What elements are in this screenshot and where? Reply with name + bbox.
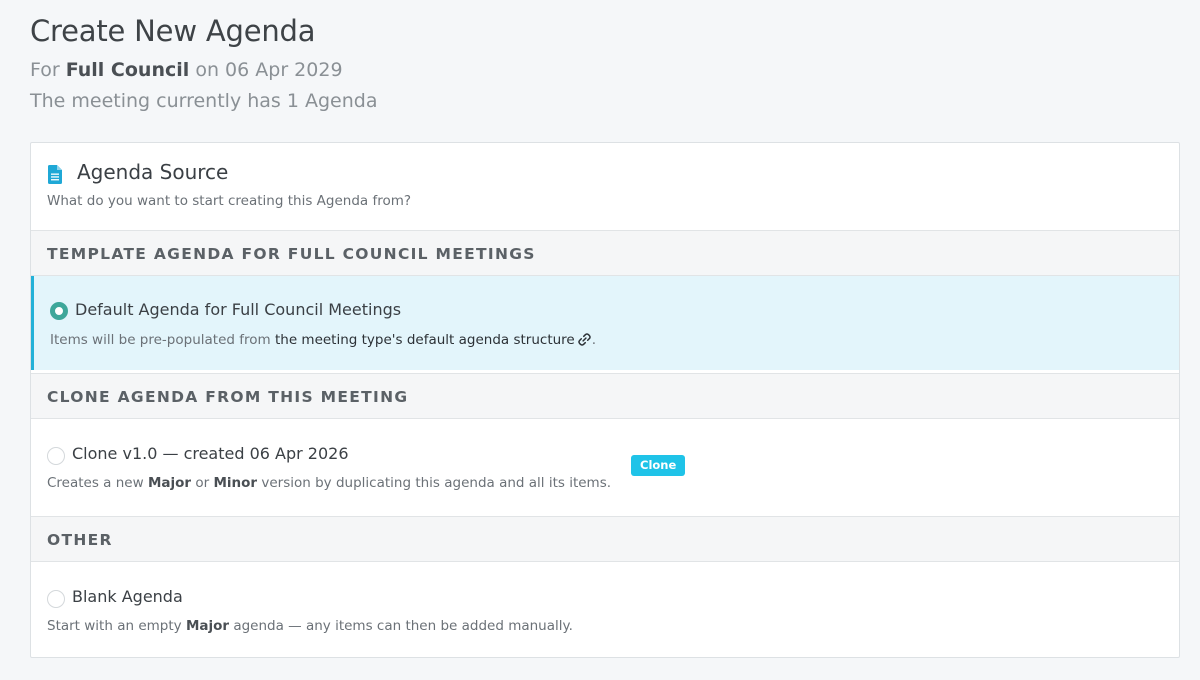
option-clone-agenda-description: Creates a new Major or Minor version by … (47, 475, 611, 491)
radio-default-agenda[interactable] (50, 302, 68, 320)
card-description: What do you want to start creating this … (47, 193, 412, 209)
default-desc-suffix: . (591, 332, 597, 348)
option-blank-agenda-description: Start with an empty Major agenda — any i… (47, 618, 573, 634)
option-default-agenda-description: Items will be pre-populated from the mee… (50, 332, 596, 348)
page-title: Create New Agenda (30, 14, 316, 48)
clone-desc-or: or (195, 475, 210, 491)
page: Create New Agenda For Full Council on 06… (0, 0, 1200, 680)
option-default-agenda[interactable]: Default Agenda for Full Council Meetings… (31, 276, 1179, 370)
agenda-count: The meeting currently has 1 Agenda (30, 90, 378, 112)
radio-clone-agenda[interactable] (47, 447, 65, 465)
section-heading-clone-label: CLONE AGENDA FROM THIS MEETING (47, 388, 409, 406)
agenda-source-card: Agenda Source What do you want to start … (30, 142, 1180, 658)
card-title: Agenda Source (77, 160, 229, 184)
subtitle-mid: on (195, 59, 219, 81)
section-heading-template-label: TEMPLATE AGENDA FOR FULL COUNCIL MEETING… (47, 245, 536, 263)
section-heading-other-label: OTHER (47, 531, 113, 549)
blank-desc-major: Major (185, 618, 230, 634)
clone-badge: Clone (631, 455, 686, 476)
option-clone-agenda-label: Clone v1.0 — created 06 Apr 2026 (72, 444, 349, 463)
radio-blank-agenda[interactable] (47, 590, 65, 608)
meeting-date: 06 Apr 2029 (225, 59, 343, 81)
meeting-type: Full Council (65, 59, 190, 81)
default-agenda-structure-link[interactable]: the meeting type's default agenda struct… (275, 332, 575, 348)
clone-desc-suffix: version by duplicating this agenda and a… (261, 475, 612, 491)
subtitle-prefix: For (30, 59, 60, 81)
option-blank-agenda[interactable]: Blank Agenda Start with an empty Major a… (31, 562, 1179, 656)
section-heading-other: OTHER (31, 516, 1179, 562)
link-icon[interactable] (577, 332, 592, 347)
option-clone-agenda[interactable]: Clone v1.0 — created 06 Apr 2026 Clone C… (31, 419, 1179, 513)
clone-desc-major: Major (147, 475, 192, 491)
blank-desc-suffix: agenda — any items can then be added man… (233, 618, 573, 634)
clone-desc-prefix: Creates a new (47, 475, 144, 491)
blank-desc-prefix: Start with an empty (47, 618, 182, 634)
option-default-agenda-label: Default Agenda for Full Council Meetings (75, 300, 402, 319)
section-heading-template: TEMPLATE AGENDA FOR FULL COUNCIL MEETING… (31, 230, 1179, 276)
meeting-subtitle: For Full Council on 06 Apr 2029 (30, 59, 343, 81)
default-desc-prefix: Items will be pre-populated from (50, 332, 271, 348)
document-icon (48, 165, 62, 184)
section-heading-clone: CLONE AGENDA FROM THIS MEETING (31, 373, 1179, 419)
clone-desc-minor: Minor (213, 475, 258, 491)
option-blank-agenda-label: Blank Agenda (72, 587, 183, 606)
card-header: Agenda Source What do you want to start … (31, 143, 1179, 231)
